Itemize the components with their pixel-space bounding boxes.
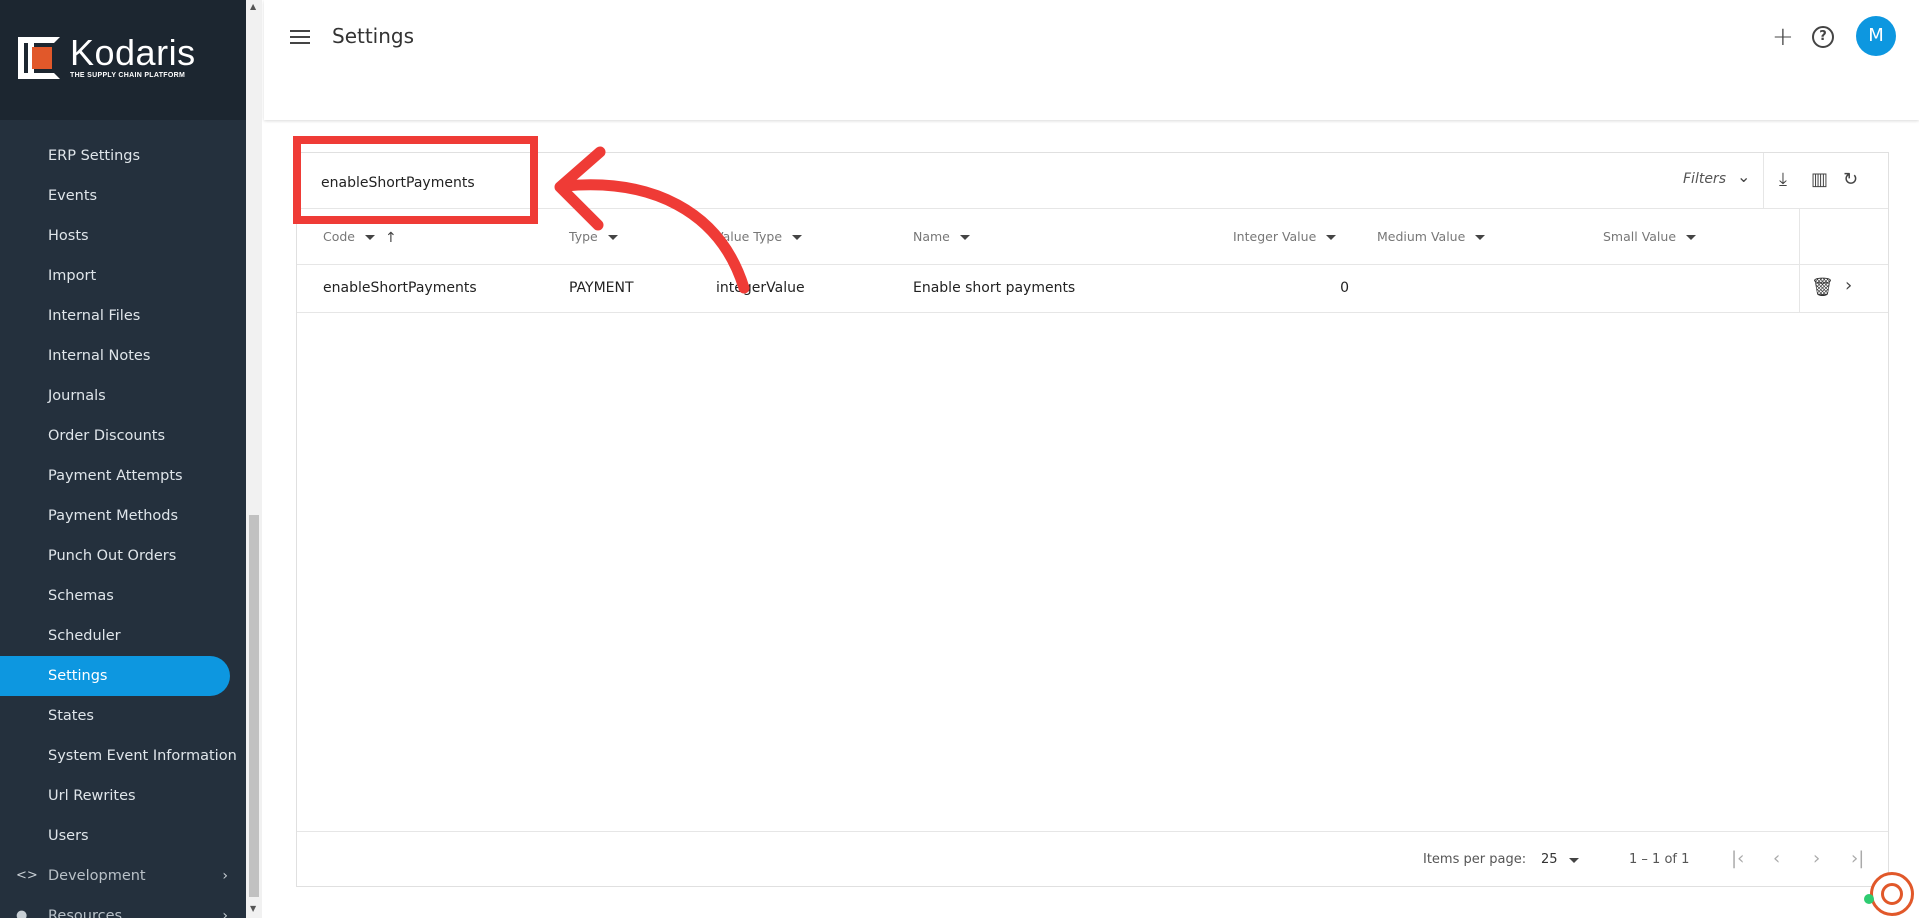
column-header-integer-value[interactable]: Integer Value (1233, 229, 1337, 244)
items-per-page-caret-icon[interactable] (1569, 858, 1579, 863)
sort-caret-icon[interactable] (1475, 235, 1486, 240)
cell-name: Enable short payments (913, 280, 1076, 296)
sidebar-item-states[interactable]: States (0, 696, 230, 736)
sidebar-item-import[interactable]: Import (0, 256, 230, 296)
column-header-small-value[interactable]: Small Value (1603, 229, 1697, 244)
sidebar-item-punch-out-orders[interactable]: Punch Out Orders (0, 536, 230, 576)
sidebar-item-order-discounts[interactable]: Order Discounts (0, 416, 230, 456)
help-circle-icon: ● (16, 908, 28, 918)
column-header-code[interactable]: Code ↑ (323, 229, 397, 246)
logo[interactable]: Kodaris THE SUPPLY CHAIN PLATFORM (18, 32, 196, 79)
actions-divider (1799, 209, 1800, 313)
sort-ascending-icon[interactable]: ↑ (385, 230, 397, 246)
previous-page-icon[interactable]: ‹ (1773, 848, 1780, 869)
scroll-down-icon[interactable]: ▼ (250, 904, 256, 913)
sidebar: Emails ERP Settings Events Hosts Import … (0, 0, 246, 918)
sort-caret-icon[interactable] (1326, 235, 1337, 240)
sidebar-item-events[interactable]: Events (0, 176, 230, 216)
chevron-right-icon: › (222, 908, 228, 918)
chevron-right-icon[interactable]: › (1845, 275, 1852, 296)
code-icon: <> (16, 868, 38, 883)
sidebar-header: Kodaris THE SUPPLY CHAIN PLATFORM (0, 0, 246, 120)
sidebar-item-journals[interactable]: Journals (0, 376, 230, 416)
table-row[interactable]: enableShortPayments PAYMENT integerValue… (297, 265, 1888, 313)
sidebar-section-resources[interactable]: ● Resources › (0, 896, 230, 918)
sort-caret-icon[interactable] (1686, 235, 1697, 240)
sidebar-item-users[interactable]: Users (0, 816, 230, 856)
refresh-icon[interactable]: ↻ (1843, 169, 1858, 190)
chevron-right-icon: › (222, 868, 228, 884)
sidebar-item-payment-methods[interactable]: Payment Methods (0, 496, 230, 536)
column-header-value-type[interactable]: Value Type (715, 229, 803, 244)
column-header-medium-value[interactable]: Medium Value (1377, 229, 1486, 244)
sidebar-section-development[interactable]: <> Development › (0, 856, 230, 896)
sort-caret-icon[interactable] (607, 235, 618, 240)
page-range-label: 1 – 1 of 1 (1629, 852, 1690, 867)
sidebar-item-internal-notes[interactable]: Internal Notes (0, 336, 230, 376)
items-per-page-label: Items per page: (1423, 852, 1527, 867)
sidebar-item-erp-settings[interactable]: ERP Settings (0, 136, 230, 176)
sidebar-scrollbar-thumb[interactable] (249, 515, 259, 897)
toolbar-divider (1763, 153, 1764, 209)
settings-table-card: Filters ⌄ ⤓ ▥ ↻ Code↑ Type Value Type Na… (296, 152, 1889, 887)
avatar[interactable]: M (1856, 16, 1896, 56)
cell-code: enableShortPayments (323, 280, 477, 296)
chevron-down-icon[interactable]: ⌄ (1737, 167, 1750, 186)
download-icon[interactable]: ⤓ (1779, 169, 1787, 190)
cell-value-type: integerValue (716, 280, 805, 296)
sidebar-item-hosts[interactable]: Hosts (0, 216, 230, 256)
sidebar-item-internal-files[interactable]: Internal Files (0, 296, 230, 336)
menu-icon[interactable] (288, 26, 312, 50)
last-page-icon[interactable]: ›| (1851, 848, 1864, 869)
delete-icon[interactable]: 🗑 (1811, 277, 1834, 298)
add-icon[interactable]: + (1772, 22, 1794, 52)
page-title: Settings (332, 24, 415, 48)
column-header-type[interactable]: Type (569, 229, 618, 244)
sort-caret-icon[interactable] (792, 235, 803, 240)
filters-button[interactable]: Filters (1683, 171, 1726, 187)
cell-type: PAYMENT (569, 280, 634, 296)
items-per-page-select[interactable]: 25 (1541, 852, 1558, 867)
sidebar-item-payment-attempts[interactable]: Payment Attempts (0, 456, 230, 496)
column-header-name[interactable]: Name (913, 229, 970, 244)
columns-icon[interactable]: ▥ (1811, 169, 1828, 190)
logo-name: Kodaris (70, 32, 196, 73)
sort-caret-icon[interactable] (365, 235, 376, 240)
sidebar-item-settings[interactable]: Settings (0, 656, 230, 696)
logo-tagline: THE SUPPLY CHAIN PLATFORM (70, 72, 186, 79)
logo-mark-icon (18, 36, 60, 79)
cell-integer-value: 0 (1340, 280, 1349, 296)
scroll-up-icon[interactable]: ▲ (250, 2, 256, 11)
sidebar-item-system-event-information[interactable]: System Event Information (0, 736, 237, 776)
sidebar-item-schemas[interactable]: Schemas (0, 576, 230, 616)
topbar: Settings + ? M (264, 0, 1919, 120)
paginator: Items per page: 25 1 – 1 of 1 |‹ ‹ › ›| (297, 831, 1888, 888)
sidebar-item-scheduler[interactable]: Scheduler (0, 616, 230, 656)
online-status-indicator (1864, 894, 1874, 904)
sidebar-section-label: Development (48, 868, 146, 884)
chat-widget-icon[interactable] (1870, 872, 1914, 916)
annotation-highlight-box (293, 136, 538, 224)
sidebar-section-label: Resources (48, 908, 123, 918)
next-page-icon[interactable]: › (1813, 848, 1820, 869)
help-icon[interactable]: ? (1812, 26, 1834, 48)
first-page-icon[interactable]: |‹ (1731, 848, 1744, 869)
sort-caret-icon[interactable] (959, 235, 970, 240)
sidebar-item-url-rewrites[interactable]: Url Rewrites (0, 776, 230, 816)
